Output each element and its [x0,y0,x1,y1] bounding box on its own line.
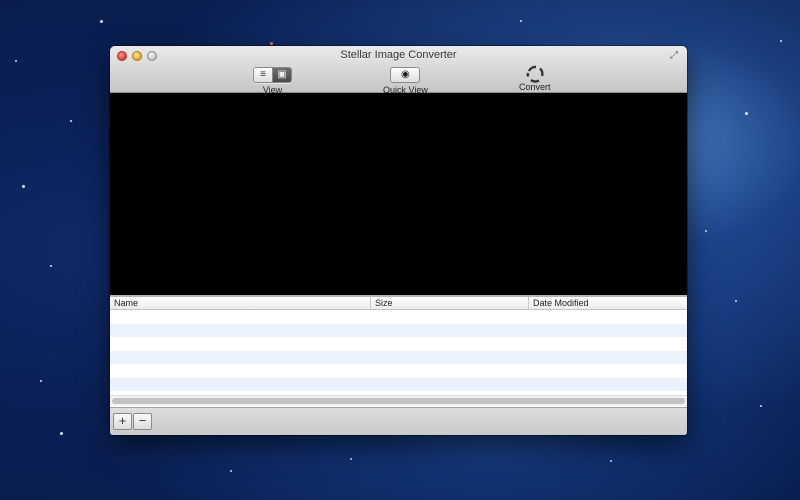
convert-cycle-icon[interactable] [525,65,545,83]
remove-file-button[interactable]: − [133,413,152,430]
column-header-size[interactable]: Size [371,297,529,309]
column-header-date-modified[interactable]: Date Modified [529,297,687,309]
file-table: Name Size Date Modified [110,297,687,407]
quick-view-toolbar-item: ◉ Quick View [383,64,428,95]
eye-icon: ◉ [401,69,410,80]
scrollbar-thumb[interactable] [112,398,685,404]
column-header-name[interactable]: Name [110,297,371,309]
app-window: Stellar Image Converter ⤢ ≡ ▣ View ◉ Qui… [110,46,687,435]
bottom-bar: + − [110,407,687,435]
quick-view-button[interactable]: ◉ [390,66,421,83]
table-row [110,323,687,337]
table-row [110,364,687,378]
list-view-icon[interactable]: ≡ [254,67,273,82]
fullscreen-icon[interactable]: ⤢ [670,50,681,61]
add-file-button[interactable]: + [113,413,132,430]
horizontal-scrollbar[interactable] [110,395,687,406]
convert-label: Convert [519,82,551,92]
thumbnail-view-icon[interactable]: ▣ [273,67,291,82]
table-body [110,310,687,405]
table-row [110,337,687,351]
convert-toolbar-item[interactable]: Convert [519,65,551,92]
image-preview-area [110,93,687,295]
titlebar: Stellar Image Converter ⤢ ≡ ▣ View ◉ Qui… [110,46,687,95]
view-segmented-control[interactable]: ≡ ▣ [253,66,292,83]
table-row [110,377,687,391]
view-toolbar-item: ≡ ▣ View [253,64,292,95]
table-header: Name Size Date Modified [110,297,687,310]
table-row [110,350,687,364]
table-row [110,310,687,324]
window-title: Stellar Image Converter [340,49,457,61]
